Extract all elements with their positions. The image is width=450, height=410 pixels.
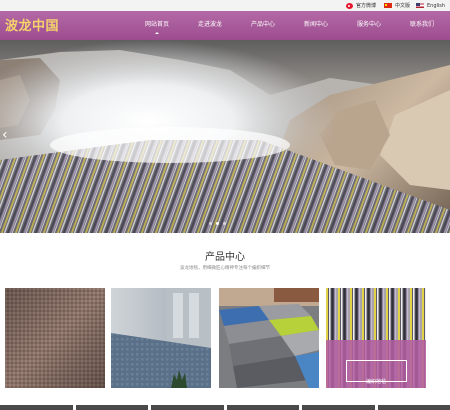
- slider-dot[interactable]: [223, 222, 226, 225]
- chevron-left-icon[interactable]: ‹: [2, 128, 8, 142]
- product-card-brown-texture[interactable]: [5, 288, 105, 388]
- english-version-label: English: [427, 2, 446, 9]
- slider-dot[interactable]: [209, 222, 212, 225]
- slider-dot-active[interactable]: [216, 222, 219, 225]
- flag-us-icon: [416, 3, 424, 8]
- product-image: [111, 288, 211, 388]
- weibo-icon: [346, 2, 353, 9]
- chinese-version-link[interactable]: 中文版: [384, 1, 410, 10]
- main-header: 波龙中国 网站首页 走进波龙 产品中心 新闻中心 服务中心 联系我们: [0, 11, 450, 40]
- nav-item-about[interactable]: 走进波龙: [198, 19, 222, 28]
- product-image: [5, 288, 105, 388]
- weibo-label: 官方微博: [356, 3, 377, 9]
- nav-item-products[interactable]: 产品中心: [251, 19, 275, 28]
- products-section-subtitle: 波龙地毯，用细微匠心精神专注每个编织细节: [180, 266, 270, 271]
- flag-cn-icon: [384, 3, 392, 8]
- product-image: [219, 288, 319, 388]
- hero-banner[interactable]: ‹: [0, 40, 450, 233]
- hero-image: [0, 40, 450, 233]
- nav-active-indicator: [155, 32, 159, 34]
- nav-item-service[interactable]: 服务中心: [357, 19, 381, 28]
- top-utility-bar: 官方微博 中文版 English: [0, 0, 450, 11]
- product-card-tile-floor[interactable]: [219, 288, 319, 388]
- next-section-preview: [0, 405, 450, 410]
- nav-item-contact[interactable]: 联系我们: [410, 19, 434, 28]
- product-card-blue-room[interactable]: [111, 288, 211, 388]
- product-card-label: 编织地毯: [365, 379, 386, 385]
- nav-item-home[interactable]: 网站首页: [145, 19, 169, 28]
- weibo-link[interactable]: 官方微博: [346, 1, 376, 10]
- products-section-title: 产品中心: [205, 252, 245, 263]
- english-version-link[interactable]: English: [416, 1, 445, 10]
- nav-item-news[interactable]: 新闻中心: [304, 19, 328, 28]
- chinese-version-label: 中文版: [395, 3, 411, 9]
- product-card-stripe-pink[interactable]: 编织地毯: [326, 288, 426, 388]
- site-logo[interactable]: 波龙中国: [5, 15, 59, 34]
